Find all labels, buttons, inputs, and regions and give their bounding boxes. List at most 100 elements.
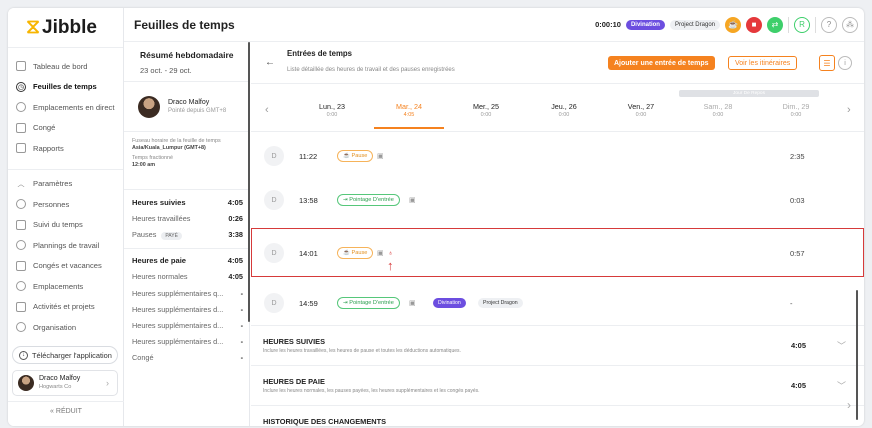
sidebar-item-dashboard[interactable]: Tableau de bord [8, 56, 123, 77]
rest-day-banner: Jour De Repos [679, 90, 819, 97]
summary-row-breaks: Pauses PAYÉ 3:38 [132, 229, 243, 240]
list-view-icon[interactable]: ☰ [819, 55, 835, 71]
switch-icon[interactable]: ⇄ [767, 16, 783, 33]
clock-in-tag: ⇥ Pointage D'entrée [337, 194, 400, 206]
top-bar: Feuilles de temps 0:00:10 Divination Pro… [124, 8, 864, 42]
coffee-icon: ☕ [343, 250, 350, 256]
summary-row-overtime: Heures supplémentaires q... - [132, 288, 243, 298]
entry-avatar: D [264, 243, 284, 263]
scrollbar[interactable] [248, 42, 250, 322]
app-window: ⧖ Jibble Tableau de bord ◷ Feuilles de tem… [8, 8, 864, 426]
up-arrow-icon: ↑ [387, 258, 394, 273]
time-entries-panel: ← Entrées de temps Liste détaillée des h… [251, 42, 864, 426]
pause-tag: ☕ Pause [337, 247, 374, 259]
add-time-entry-button[interactable]: Ajouter une entrée de temps [608, 56, 715, 70]
collapse-sidebar-button[interactable]: « RÉDUIT [8, 401, 124, 426]
activity-badge[interactable]: Divination [625, 19, 665, 30]
sidebar-item-holidays[interactable]: Congés et vacances [8, 256, 123, 277]
logo-text: Jibble [42, 16, 97, 38]
calendar-icon [16, 122, 26, 133]
tag-icon [16, 301, 26, 312]
chevron-left-icon[interactable]: ‹ [265, 104, 269, 116]
schedule-icon [16, 240, 26, 251]
apps-icon[interactable]: ⁂ [842, 16, 858, 33]
avatar [18, 375, 34, 391]
summary-row-worked: Heures travaillées 0:26 [132, 213, 243, 223]
sidebar-item-people[interactable]: Personnes [8, 194, 123, 215]
divider [815, 16, 816, 33]
time-entry-row[interactable]: D 14:01 ☕ Pause ▣ ♁ 0:57 [251, 237, 864, 269]
day-tab[interactable]: Dim., 29 0:00 [761, 102, 831, 120]
day-tab[interactable]: Ven., 27 0:00 [606, 102, 676, 120]
tracked-hours-section[interactable]: HEURES SUIVIES Inclure les heures travai… [251, 325, 864, 365]
double-chevron-left-icon: « [50, 408, 54, 415]
back-arrow-icon[interactable]: ← [265, 57, 275, 68]
coffee-icon: ☕ [343, 153, 350, 159]
time-entry-row[interactable]: D 11:22 ☕ Pause ▣ 2:35 [251, 140, 864, 172]
sidebar-item-activities[interactable]: Activités et projets [8, 297, 123, 318]
sidebar-item-organization[interactable]: Organisation [8, 317, 123, 338]
time-tracking-icon [16, 219, 26, 230]
project-badge[interactable]: Project Dragon [669, 19, 720, 30]
sidebar-item-timesheets[interactable]: ◷ Feuilles de temps [8, 77, 123, 98]
logo[interactable]: ⧖ Jibble [8, 8, 123, 48]
day-selector: Jour De Repos ‹ Lun., 23 0:00 Mar., 24 4:0… [251, 84, 864, 132]
summary-row-overtime: Heures supplémentaires d... - [132, 337, 243, 347]
download-app-button[interactable]: ↓ Télécharger l'application [12, 346, 118, 364]
entry-duration: - [790, 298, 793, 308]
user-name: Draco Malfoy [39, 375, 81, 382]
sidebar-item-settings[interactable]: ︿ Paramètres [8, 174, 123, 195]
activity-badge: Divination [433, 298, 466, 308]
chevron-down-icon[interactable]: ﹀ [837, 379, 846, 392]
sidebar-item-leave[interactable]: Congé [8, 118, 123, 139]
summary-title: Résumé hebdomadaire [140, 50, 234, 60]
day-tab[interactable]: Mer., 25 0:00 [451, 102, 521, 120]
time-entry-row[interactable]: D 13:58 ⇥ Pointage D'entrée ▣ 0:03 [251, 184, 864, 216]
entry-duration: 0:57 [790, 248, 805, 258]
user-status: Pointé depuis GMT+8 [168, 107, 227, 114]
chevron-right-icon[interactable]: › [847, 398, 851, 412]
help-icon[interactable]: ? [821, 16, 837, 33]
entry-time: 13:58 [299, 195, 318, 205]
change-history-section[interactable]: HISTORIQUE DES CHANGEMENTS › [251, 398, 864, 426]
day-tab[interactable]: Jeu., 26 0:00 [529, 102, 599, 120]
section-subtitle: Liste détaillée des heures de travail et… [287, 67, 455, 73]
day-tab[interactable]: Lun., 23 0:00 [297, 102, 367, 120]
sidebar-item-live-locations[interactable]: Emplacements en direct [8, 97, 123, 118]
timezone-info: Fuseau horaire de la feuille de temps As… [124, 132, 249, 190]
entry-avatar: D [264, 190, 284, 210]
avatar [138, 95, 160, 118]
entry-duration: 2:35 [790, 151, 805, 161]
day-tab-active[interactable]: Mar., 24 4:05 [374, 102, 444, 129]
view-routes-button[interactable]: Voir les itinéraires [728, 56, 798, 70]
user-menu[interactable]: Draco Malfoy Hogwarts Co › [12, 370, 118, 396]
scrollbar[interactable] [856, 290, 858, 420]
sidebar-item-work-schedules[interactable]: Plannings de travail [8, 235, 123, 256]
paid-badge: PAYÉ [161, 231, 182, 240]
time-entry-row[interactable]: D 14:59 ⇥ Pointage D'entrée ▣ Divination… [251, 287, 864, 319]
info-icon[interactable]: i [838, 56, 852, 70]
summary-user: Draco Malfoy Pointé depuis GMT+8 [124, 82, 249, 132]
day-tab[interactable]: Sam., 28 0:00 [683, 102, 753, 120]
location-icon [16, 102, 26, 113]
summary-row-regular: Heures normales 4:05 [132, 272, 243, 282]
gear-icon [16, 322, 26, 333]
auto-break-icon[interactable]: ♁ [388, 250, 393, 257]
stop-icon[interactable]: ■ [746, 16, 762, 33]
clock-in-icon: ⇥ [343, 197, 348, 203]
device-icon: ▣ [409, 300, 416, 307]
user-avatar-icon[interactable]: R [794, 16, 810, 33]
section-title: Entrées de temps [287, 49, 352, 58]
sidebar-item-time-tracking[interactable]: Suivi du temps [8, 215, 123, 236]
chevron-down-icon[interactable]: ﹀ [837, 339, 846, 352]
sidebar-item-locations[interactable]: Emplacements [8, 276, 123, 297]
entry-time: 14:01 [299, 248, 318, 258]
break-icon[interactable]: ☕ [725, 16, 741, 33]
pay-hours-section[interactable]: HEURES DE PAIE Inclure les heures normal… [251, 365, 864, 405]
device-icon: ▣ [409, 197, 416, 204]
user-name: Draco Malfoy [168, 98, 210, 106]
timer: 0:00:10 [595, 20, 621, 29]
sidebar-item-reports[interactable]: Rapports [8, 138, 123, 159]
chevron-right-icon[interactable]: › [847, 104, 851, 116]
pause-tag: ☕ Pause [337, 150, 374, 162]
